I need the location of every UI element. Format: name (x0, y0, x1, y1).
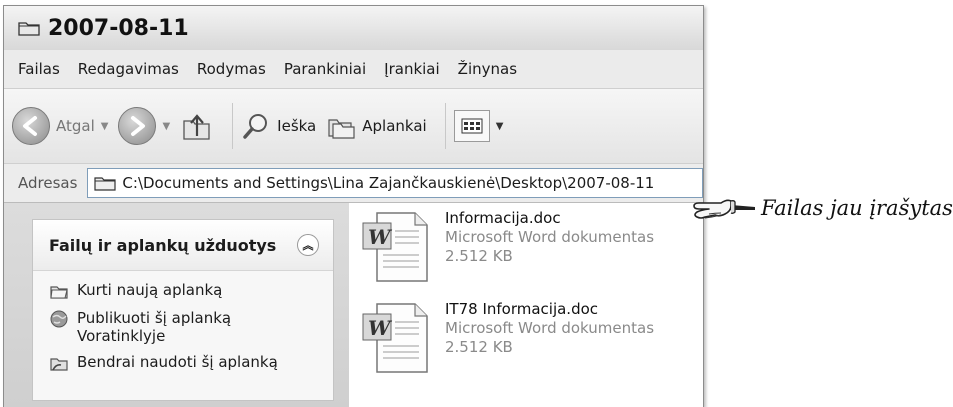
task-publish-web[interactable]: Publikuoti šį aplanką Voratinklyje (49, 309, 333, 345)
search-button[interactable]: Ieška (241, 111, 316, 141)
publish-globe-icon (50, 310, 68, 328)
folders-icon (328, 119, 355, 139)
file-item[interactable]: W Informacija.doc Microsoft Word dokumen… (359, 209, 654, 285)
views-dropdown-icon[interactable]: ▼ (496, 121, 504, 132)
search-icon (243, 114, 268, 139)
explorer-window: 2007-08-11 Failas Redagavimas Rodymas Pa… (3, 5, 704, 407)
word-document-icon: W (362, 303, 428, 373)
file-type: Microsoft Word dokumentas (445, 228, 655, 246)
new-folder-icon (50, 286, 68, 299)
address-input[interactable]: C:\Documents and Settings\Lina Zajančkau… (87, 168, 703, 198)
content-area: Failų ir aplankų užduotys ︽ Kurti naują … (4, 203, 703, 407)
menu-file[interactable]: Failas (18, 60, 60, 78)
menu-favorites[interactable]: Parankiniai (284, 60, 366, 78)
forward-button[interactable]: ▼ (118, 107, 170, 145)
file-folder-tasks-panel: Failų ir aplankų užduotys ︽ Kurti naują … (32, 219, 334, 401)
svg-text:W: W (368, 316, 393, 340)
file-type: Microsoft Word dokumentas (445, 319, 655, 337)
task-label: Kurti naują aplanką (77, 281, 223, 299)
file-name: Informacija.doc (445, 209, 561, 227)
views-button[interactable]: ▼ (453, 110, 504, 142)
menu-tools[interactable]: Įrankiai (384, 60, 440, 78)
file-name: IT78 Informacija.doc (445, 300, 599, 318)
folders-button[interactable]: Aplankai (326, 111, 427, 141)
back-button[interactable]: Atgal ▼ (12, 107, 108, 145)
menu-bar: Failas Redagavimas Rodymas Parankiniai Į… (4, 50, 703, 89)
file-size: 2.512 KB (445, 338, 513, 356)
folders-label: Aplankai (362, 117, 427, 135)
file-meta: IT78 Informacija.doc Microsoft Word doku… (445, 300, 654, 357)
menu-help[interactable]: Žinynas (458, 60, 517, 78)
file-size: 2.512 KB (445, 247, 513, 265)
search-label: Ieška (277, 117, 317, 135)
task-new-folder[interactable]: Kurti naują aplanką (49, 281, 333, 301)
forward-arrow-icon (118, 107, 157, 145)
views-grid-icon (453, 110, 490, 142)
back-label: Atgal (56, 117, 95, 135)
folder-icon (18, 20, 40, 36)
annotation-callout: Failas jau įrašytas (645, 188, 953, 228)
share-folder-icon (50, 358, 68, 371)
callout-text: Failas jau įrašytas (761, 196, 953, 220)
forward-dropdown-icon[interactable]: ▼ (162, 121, 170, 132)
task-pane: Failų ir aplankų užduotys ︽ Kurti naują … (4, 203, 349, 407)
file-item[interactable]: W IT78 Informacija.doc Microsoft Word do… (359, 300, 654, 376)
collapse-chevron-icon[interactable]: ︽ (297, 234, 319, 256)
word-document-icon: W (362, 212, 428, 282)
task-list: Kurti naują aplanką Publikuoti šį aplank… (33, 271, 333, 373)
file-list: W Informacija.doc Microsoft Word dokumen… (349, 203, 703, 407)
task-label: Publikuoti šį aplanką Voratinklyje (77, 309, 232, 345)
address-bar: Adresas C:\Documents and Settings\Lina Z… (4, 164, 703, 203)
back-dropdown-icon[interactable]: ▼ (101, 121, 109, 132)
address-label: Adresas (18, 174, 78, 192)
menu-view[interactable]: Rodymas (197, 60, 266, 78)
toolbar-separator (232, 103, 234, 149)
svg-text:W: W (368, 225, 393, 249)
up-folder-button[interactable] (180, 109, 214, 143)
back-arrow-icon (12, 107, 50, 145)
menu-edit[interactable]: Redagavimas (78, 60, 179, 78)
pointing-hand-icon (693, 199, 755, 219)
title-bar[interactable]: 2007-08-11 (4, 6, 703, 51)
window-title: 2007-08-11 (48, 15, 189, 41)
toolbar-separator (444, 103, 446, 149)
file-meta: Informacija.doc Microsoft Word dokumenta… (445, 209, 654, 266)
tasks-title: Failų ir aplankų užduotys (49, 235, 277, 255)
up-folder-icon (183, 114, 210, 140)
toolbar: Atgal ▼ ▼ Ieška Aplankai ▼ (4, 89, 703, 164)
task-share-folder[interactable]: Bendrai naudoti šį aplanką (49, 353, 333, 373)
folder-icon (94, 175, 117, 191)
tasks-header[interactable]: Failų ir aplankų užduotys ︽ (33, 220, 333, 271)
address-value: C:\Documents and Settings\Lina Zajančkau… (122, 174, 655, 192)
task-label: Bendrai naudoti šį aplanką (77, 353, 278, 371)
